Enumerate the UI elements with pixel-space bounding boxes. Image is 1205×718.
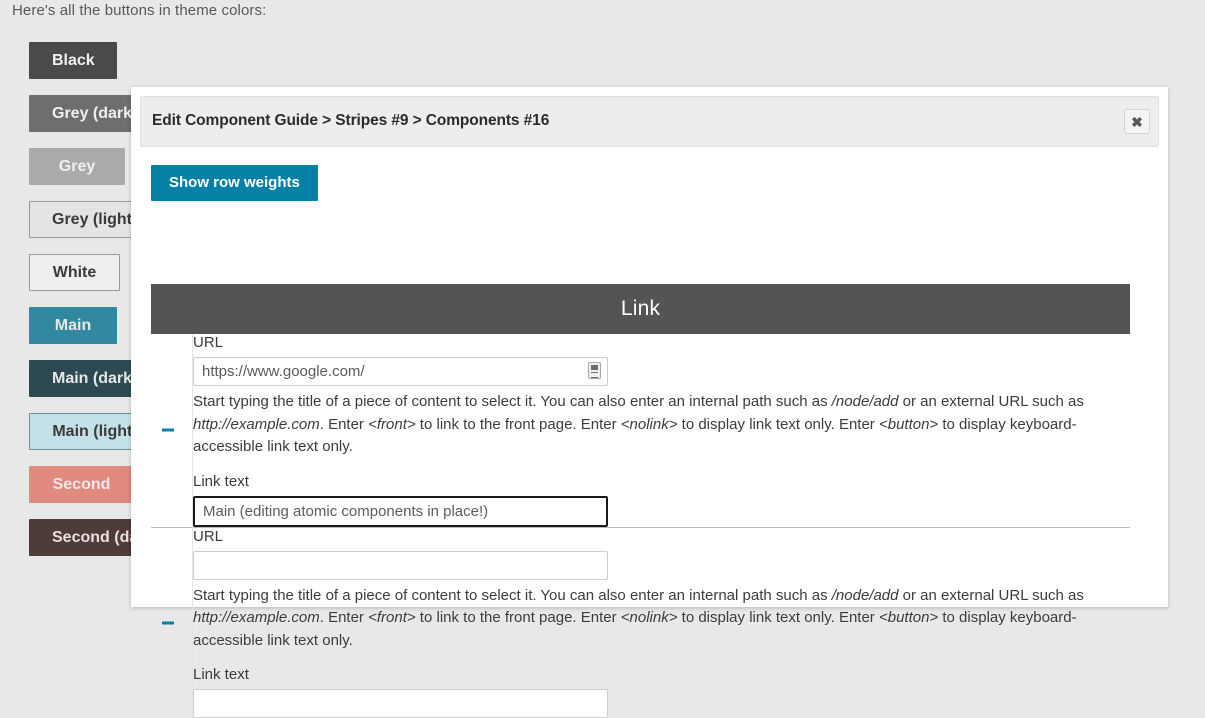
- modal-title: Edit Component Guide > Stripes #9 > Comp…: [152, 112, 550, 129]
- drag-handle-icon[interactable]: [162, 428, 174, 432]
- theme-button-white[interactable]: White: [29, 254, 120, 291]
- url-label: URL: [193, 527, 224, 545]
- url-description-text: . Enter: [319, 609, 369, 626]
- url-description: Start typing the title of a piece of con…: [193, 585, 1098, 653]
- theme-button-grey[interactable]: Grey: [29, 148, 125, 185]
- url-description-text: . Enter: [319, 415, 369, 433]
- link-text-input[interactable]: [193, 689, 608, 718]
- link-field-cell: URL Start typing the title of a piece of …: [193, 334, 1131, 527]
- url-label: URL: [193, 334, 224, 351]
- url-description-emphasis: <button>: [878, 609, 939, 626]
- modal-body: Show row weights Link URL Start typing th…: [131, 165, 1168, 718]
- link-table-caption: Link: [151, 284, 1130, 334]
- link-text-label: Link text: [193, 666, 249, 683]
- link-field-table: Link URL Start typing the title of a piec…: [151, 284, 1130, 718]
- url-description-emphasis: <nolink>: [620, 609, 678, 626]
- url-description-text: Start typing the title of a piece of con…: [193, 586, 832, 604]
- drag-handle-icon[interactable]: [162, 621, 174, 625]
- url-description-emphasis: http://example.com: [193, 609, 320, 626]
- url-description-emphasis: <front>: [368, 609, 416, 626]
- intro-text: Here's all the buttons in theme colors:: [12, 2, 267, 19]
- field-spacer: [193, 459, 1130, 473]
- show-row-weights-button[interactable]: Show row weights: [151, 165, 318, 201]
- field-spacer: [193, 652, 1130, 666]
- url-autocomplete-wrapper: [193, 550, 608, 580]
- table-row: URL Start typing the title of a piece of …: [151, 334, 1130, 527]
- link-text-label: Link text: [193, 472, 249, 490]
- url-description-emphasis: /node/add: [831, 586, 899, 604]
- theme-button-main[interactable]: Main: [29, 307, 117, 344]
- close-icon[interactable]: ✖: [1124, 109, 1150, 134]
- url-description-text: or an external URL such as: [898, 586, 1084, 604]
- autocomplete-throbber-icon: [588, 362, 601, 379]
- url-description: Start typing the title of a piece of con…: [193, 391, 1098, 459]
- url-description-text: to link to the front page. Enter: [415, 415, 621, 433]
- link-field-cell: URL Start typing the title of a piece of …: [192, 526, 1130, 718]
- url-autocomplete-wrapper: [193, 357, 608, 386]
- theme-button-black[interactable]: Black: [29, 42, 117, 79]
- drag-handle-cell: [151, 526, 193, 718]
- url-description-emphasis: <button>: [878, 415, 939, 433]
- url-input[interactable]: [193, 550, 608, 580]
- edit-component-modal: Edit Component Guide > Stripes #9 > Comp…: [131, 87, 1168, 718]
- modal-titlebar: Edit Component Guide > Stripes #9 > Comp…: [140, 96, 1159, 147]
- drag-handle-cell: [151, 334, 193, 527]
- theme-button-second[interactable]: Second: [29, 466, 134, 503]
- url-description-text: to display link text only. Enter: [677, 415, 879, 433]
- url-description-text: Start typing the title of a piece of con…: [193, 393, 832, 410]
- url-description-text: or an external URL such as: [898, 393, 1084, 410]
- url-description-emphasis: <front>: [368, 415, 416, 433]
- url-description-text: to link to the front page. Enter: [415, 609, 621, 626]
- link-text-input[interactable]: [193, 495, 608, 527]
- url-description-emphasis: /node/add: [831, 393, 899, 410]
- table-row: URL Start typing the title of a piece of …: [151, 526, 1130, 718]
- url-input[interactable]: [193, 357, 608, 386]
- url-description-emphasis: <nolink>: [620, 415, 678, 433]
- url-description-text: to display link text only. Enter: [677, 609, 879, 626]
- url-description-emphasis: http://example.com: [193, 415, 320, 433]
